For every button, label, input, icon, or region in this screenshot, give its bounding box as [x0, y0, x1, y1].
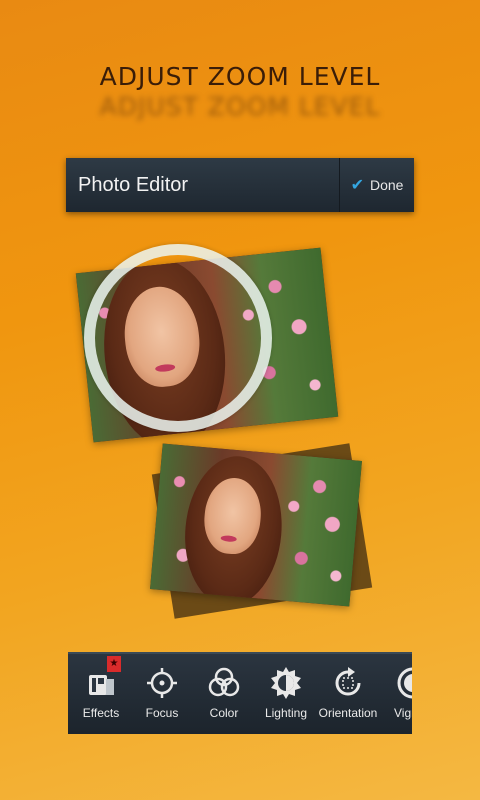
- tool-label: Color: [209, 706, 239, 720]
- orientation-icon: [335, 667, 361, 696]
- done-label: Done: [369, 177, 404, 193]
- headline-reflection: ADJUST ZOOM LEVEL: [99, 92, 381, 121]
- focus-icon: [147, 668, 177, 698]
- tool-vignette[interactable]: Vignette: [382, 654, 412, 734]
- tool-label: Vignette: [394, 706, 412, 720]
- editor-title: Photo Editor: [78, 174, 189, 196]
- color-icon: [208, 667, 240, 697]
- tool-effects[interactable]: ★ Effects: [70, 654, 132, 734]
- tool-label: Effects: [82, 706, 120, 720]
- tool-focus[interactable]: Focus: [131, 654, 193, 734]
- tool-label: Lighting: [264, 706, 308, 720]
- portrait-photo-bottom[interactable]: [150, 443, 362, 607]
- check-icon: ✔: [350, 177, 364, 194]
- tool-color[interactable]: Color: [193, 654, 255, 734]
- tool-label: Focus: [145, 706, 179, 720]
- tool-lighting[interactable]: Lighting: [255, 654, 317, 734]
- lighting-icon: [271, 667, 301, 699]
- vignette-icon: [397, 667, 412, 699]
- editing-toolbar: ★ Effects Focus Color Lighting Orientati…: [68, 652, 412, 734]
- tool-label: Orientation: [318, 706, 378, 720]
- photo-editor-bar: Photo Editor ✔ Done: [66, 158, 414, 212]
- headline: ADJUST ZOOM LEVEL: [99, 62, 381, 91]
- zoom-circle-handle[interactable]: [84, 244, 272, 432]
- new-badge-icon: ★: [107, 656, 121, 672]
- done-button[interactable]: ✔ Done: [339, 158, 414, 212]
- tool-orientation[interactable]: Orientation: [317, 654, 379, 734]
